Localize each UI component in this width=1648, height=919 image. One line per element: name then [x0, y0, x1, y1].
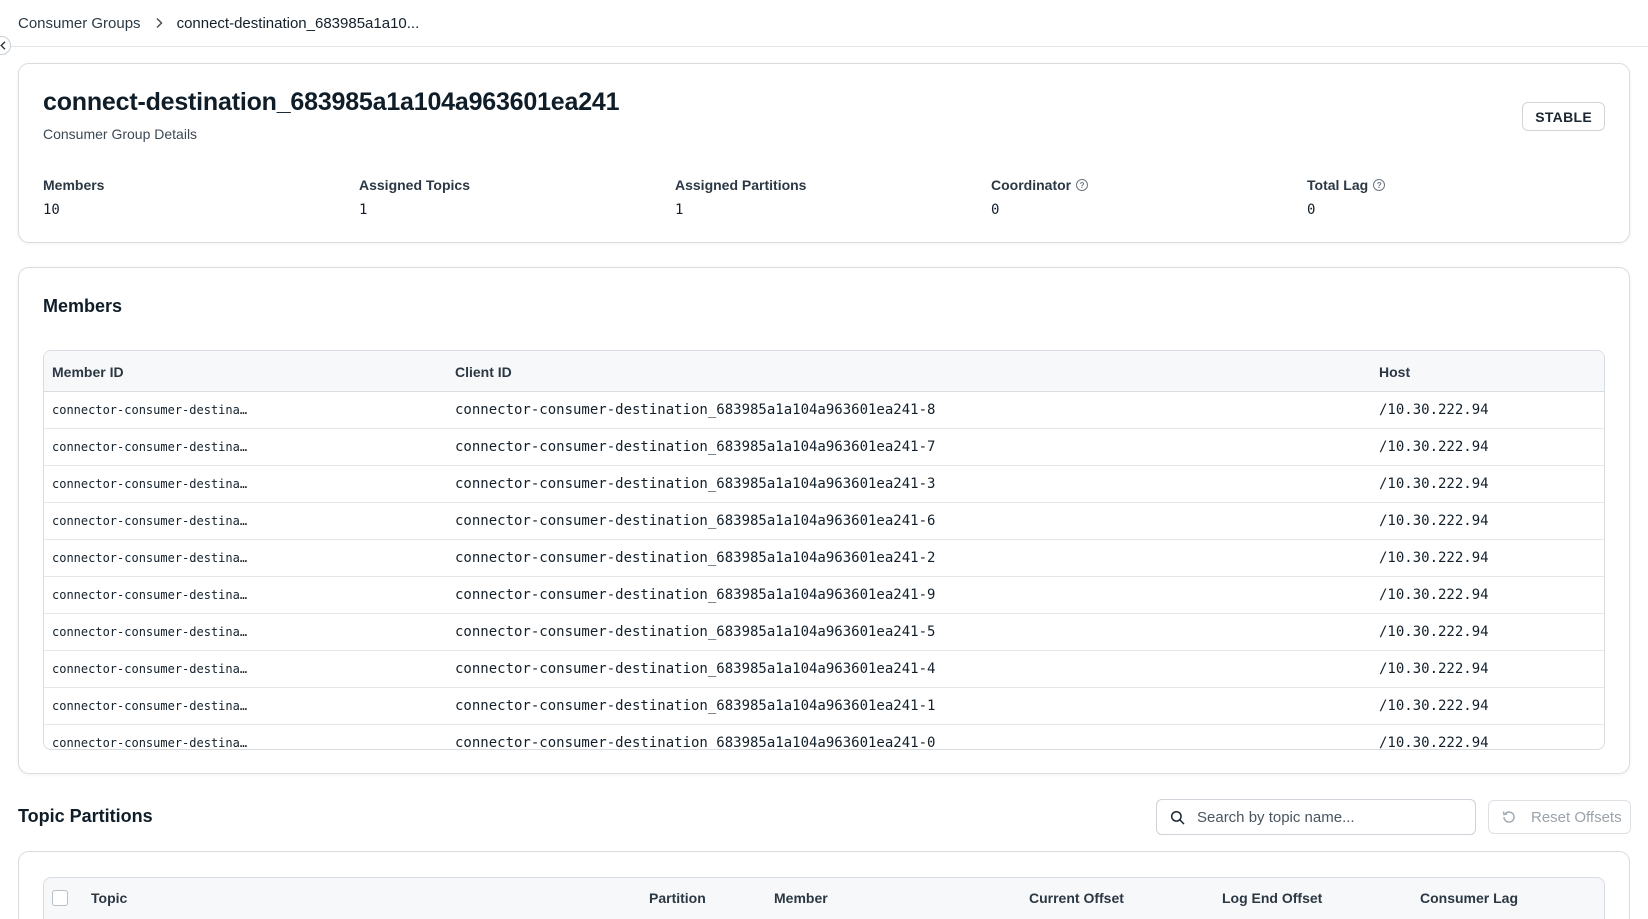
member-id-cell: connector-consumer-destina…: [52, 403, 248, 417]
reset-offsets-button[interactable]: Reset Offsets: [1488, 800, 1631, 834]
stat-label: Assigned Topics: [359, 177, 470, 193]
column-header-consumer-lag[interactable]: Consumer Lag: [1420, 890, 1518, 906]
topic-partitions-table: Topic Partition Member Current Offset Lo…: [43, 877, 1605, 919]
column-header-member-id: Member ID: [52, 364, 124, 380]
host-cell: /10.30.222.94: [1379, 698, 1489, 714]
stat-assigned-partitions: Assigned Partitions 1: [675, 177, 806, 218]
table-row: connector-consumer-destina… connector-co…: [44, 540, 1604, 577]
stat-label: Members: [43, 177, 105, 193]
page-subtitle: Consumer Group Details: [43, 126, 198, 142]
host-cell: /10.30.222.94: [1379, 587, 1489, 603]
client-id-cell: connector-consumer-destination_683985a1a…: [455, 698, 936, 714]
column-header-client-id: Client ID: [455, 364, 512, 380]
refresh-icon: [1502, 811, 1515, 823]
stat-members: Members 10: [43, 177, 104, 218]
table-header: Member ID Client ID Host: [44, 351, 1604, 392]
stat-label: Coordinator: [991, 177, 1072, 193]
help-icon[interactable]: ?: [1076, 179, 1089, 191]
breadcrumb-consumer-groups[interactable]: Consumer Groups: [18, 15, 141, 32]
table-row: connector-consumer-destina… connector-co…: [44, 503, 1604, 540]
client-id-cell: connector-consumer-destination_683985a1a…: [455, 402, 936, 418]
breadcrumb-current: connect-destination_683985a1a10...: [176, 14, 420, 32]
column-header-current-offset[interactable]: Current Offset: [1029, 890, 1124, 906]
members-section-title: Members: [43, 296, 123, 316]
column-header-partition[interactable]: Partition: [649, 890, 706, 906]
host-cell: /10.30.222.94: [1379, 439, 1489, 455]
topic-partitions-card: Topic Partition Member Current Offset Lo…: [18, 851, 1630, 919]
table-row: connector-consumer-destina… connector-co…: [44, 466, 1604, 503]
client-id-cell: connector-consumer-destination_683985a1a…: [455, 661, 936, 677]
member-id-cell: connector-consumer-destina…: [52, 736, 248, 750]
client-id-cell: connector-consumer-destination_683985a1a…: [455, 624, 936, 640]
stat-value: 1: [359, 202, 368, 218]
member-id-cell: connector-consumer-destina…: [52, 699, 248, 713]
topic-partitions-title: Topic Partitions: [18, 806, 153, 826]
group-details-card: connect-destination_683985a1a104a963601e…: [18, 63, 1630, 243]
topic-search-box[interactable]: [1156, 799, 1476, 835]
status-badge: STABLE: [1522, 102, 1605, 131]
column-header-host: Host: [1379, 364, 1411, 380]
host-cell: /10.30.222.94: [1379, 476, 1489, 492]
table-row: connector-consumer-destina… connector-co…: [44, 429, 1604, 466]
members-card: Members Member ID Client ID Host connect…: [18, 267, 1630, 774]
stat-value: 0: [991, 202, 1000, 218]
select-all-checkbox[interactable]: [52, 890, 68, 906]
client-id-cell: connector-consumer-destination_683985a1a…: [455, 476, 936, 492]
table-row: connector-consumer-destina… connector-co…: [44, 392, 1604, 429]
member-id-cell: connector-consumer-destina…: [52, 440, 248, 454]
stat-value: 0: [1307, 202, 1316, 218]
table-row: connector-consumer-destina… connector-co…: [44, 688, 1604, 725]
top-bar: Consumer Groups connect-destination_6839…: [0, 0, 1648, 47]
client-id-cell: connector-consumer-destination_683985a1a…: [455, 439, 936, 455]
member-id-cell: connector-consumer-destina…: [52, 514, 248, 528]
stat-total-lag: Total Lag? 0: [1307, 177, 1386, 218]
column-header-log-end-offset[interactable]: Log End Offset: [1222, 890, 1322, 906]
member-id-cell: connector-consumer-destina…: [52, 625, 248, 639]
search-icon: [1170, 810, 1185, 824]
stat-label: Assigned Partitions: [675, 177, 807, 193]
stat-coordinator: Coordinator? 0: [991, 177, 1089, 218]
table-row: connector-consumer-destina… connector-co…: [44, 725, 1604, 750]
table-row: connector-consumer-destina… connector-co…: [44, 614, 1604, 651]
column-header-topic[interactable]: Topic: [91, 890, 127, 906]
chevron-left-icon: [0, 41, 6, 50]
chevron-right-icon: [155, 17, 163, 29]
host-cell: /10.30.222.94: [1379, 513, 1489, 529]
member-id-cell: connector-consumer-destina…: [52, 551, 248, 565]
page-title: connect-destination_683985a1a104a963601e…: [43, 88, 620, 116]
column-header-member[interactable]: Member: [774, 890, 828, 906]
member-id-cell: connector-consumer-destina…: [52, 588, 248, 602]
topic-search-input[interactable]: [1197, 808, 1467, 826]
host-cell: /10.30.222.94: [1379, 402, 1489, 418]
table-row: connector-consumer-destina… connector-co…: [44, 651, 1604, 688]
client-id-cell: connector-consumer-destination_683985a1a…: [455, 513, 936, 529]
host-cell: /10.30.222.94: [1379, 735, 1489, 750]
client-id-cell: connector-consumer-destination_683985a1a…: [455, 587, 936, 603]
stat-value: 10: [43, 202, 60, 218]
help-icon[interactable]: ?: [1373, 179, 1386, 191]
host-cell: /10.30.222.94: [1379, 624, 1489, 640]
host-cell: /10.30.222.94: [1379, 550, 1489, 566]
member-id-cell: connector-consumer-destina…: [52, 662, 248, 676]
member-id-cell: connector-consumer-destina…: [52, 477, 248, 491]
stat-assigned-topics: Assigned Topics 1: [359, 177, 470, 218]
client-id-cell: connector-consumer-destination_683985a1a…: [455, 735, 936, 750]
table-row: connector-consumer-destina… connector-co…: [44, 577, 1604, 614]
reset-offsets-label: Reset Offsets: [1531, 808, 1622, 826]
host-cell: /10.30.222.94: [1379, 661, 1489, 677]
stat-label: Total Lag: [1307, 177, 1369, 193]
client-id-cell: connector-consumer-destination_683985a1a…: [455, 550, 936, 566]
members-table[interactable]: Member ID Client ID Host connector-consu…: [43, 350, 1605, 750]
stat-value: 1: [675, 202, 684, 218]
